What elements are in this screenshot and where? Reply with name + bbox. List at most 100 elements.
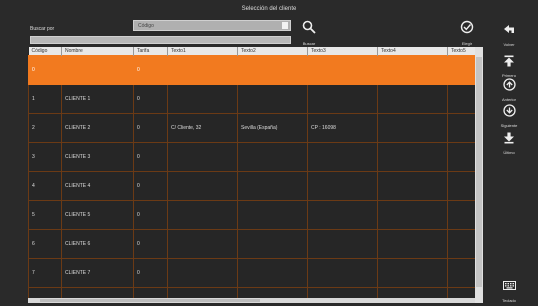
table-row[interactable]: 1 CLIENTE 10 (28, 84, 475, 114)
column-header[interactable]: Texto3 (307, 47, 378, 56)
table-cell[interactable] (237, 258, 308, 288)
table-cell[interactable] (377, 171, 448, 201)
table-cell[interactable] (167, 171, 238, 201)
last-button[interactable]: Último (496, 131, 522, 155)
table-cell[interactable] (307, 55, 378, 85)
table-cell[interactable] (237, 142, 308, 172)
table-cell[interactable]: 5 (28, 200, 62, 230)
table-cell[interactable] (377, 229, 448, 259)
table-row[interactable]: 6 CLIENTE 60 (28, 229, 475, 259)
table-cell[interactable]: CLIENTE 6 (61, 229, 134, 259)
table-row[interactable]: 5 CLIENTE 50 (28, 200, 475, 230)
table-row[interactable]: 4 CLIENTE 40 (28, 171, 475, 201)
search-field-select[interactable]: Código (133, 20, 291, 31)
table-cell[interactable] (377, 84, 448, 114)
table-cell[interactable] (447, 113, 475, 143)
table-cell[interactable] (237, 229, 308, 259)
table-cell[interactable] (447, 258, 475, 288)
table-cell[interactable]: 0 (133, 258, 168, 288)
table-row[interactable]: 3 CLIENTE 30 (28, 142, 475, 172)
table-cell[interactable] (377, 258, 448, 288)
horizontal-scroll-thumb[interactable] (40, 299, 260, 302)
table-cell[interactable]: CLIENTE 3 (61, 142, 134, 172)
column-header[interactable]: Texto4 (377, 47, 448, 56)
table-cell[interactable] (377, 55, 448, 85)
table-row[interactable]: 2 CLIENTE 2 0 C/ Cliente, 32 Sevilla (España… (28, 113, 475, 143)
table-cell[interactable]: 0 (133, 84, 168, 114)
vertical-scrollbar[interactable] (475, 47, 483, 303)
table-row[interactable]: 00 (28, 55, 475, 85)
table-cell[interactable]: 3 (28, 142, 62, 172)
table-cell[interactable]: 7 (28, 258, 62, 288)
table-cell[interactable] (307, 200, 378, 230)
table-cell[interactable] (447, 200, 475, 230)
first-button[interactable]: Primero (496, 54, 522, 78)
table-cell[interactable]: CP : 16098 (307, 113, 378, 143)
horizontal-scrollbar[interactable] (28, 298, 475, 303)
table-cell[interactable] (237, 200, 308, 230)
back-button[interactable]: Volver (496, 23, 522, 47)
table-cell[interactable]: 2 (28, 113, 62, 143)
previous-button[interactable]: Anterior (496, 78, 522, 102)
table-cell[interactable] (307, 258, 378, 288)
table-row[interactable]: 7 CLIENTE 70 (28, 258, 475, 288)
table-cell[interactable] (447, 171, 475, 201)
table-cell[interactable]: 6 (28, 229, 62, 259)
column-header[interactable]: Texto1 (167, 47, 238, 56)
table-cell[interactable] (377, 200, 448, 230)
table-cell[interactable] (167, 142, 238, 172)
next-button[interactable]: Siguiente (496, 104, 522, 128)
column-header[interactable]: Texto5 (447, 47, 475, 56)
table-cell[interactable] (307, 84, 378, 114)
search-button[interactable]: Buscar (300, 20, 318, 46)
table-cell[interactable]: 0 (133, 200, 168, 230)
keyboard-button-label: Teclado (502, 298, 516, 303)
table-cell[interactable]: 0 (133, 55, 168, 85)
table-cell[interactable] (377, 113, 448, 143)
keyboard-icon (502, 281, 516, 290)
table-cell[interactable] (167, 84, 238, 114)
table-cell[interactable]: C/ Cliente, 32 (167, 113, 238, 143)
table-cell[interactable] (447, 55, 475, 85)
column-header[interactable]: Nombre (61, 47, 134, 56)
table-cell[interactable] (237, 84, 308, 114)
vertical-scroll-thumb[interactable] (476, 57, 482, 287)
table-cell[interactable] (167, 200, 238, 230)
column-header[interactable]: Tarifa (133, 47, 168, 56)
table-cell[interactable]: 0 (133, 142, 168, 172)
search-input[interactable] (30, 36, 291, 44)
table-cell[interactable]: 0 (133, 113, 168, 143)
table-cell[interactable]: 0 (133, 229, 168, 259)
table-cell[interactable] (61, 55, 134, 85)
table-cell[interactable] (167, 229, 238, 259)
table-cell[interactable]: CLIENTE 5 (61, 200, 134, 230)
table-cell[interactable]: CLIENTE 2 (61, 113, 134, 143)
table-cell[interactable]: 1 (28, 84, 62, 114)
table-cell[interactable]: CLIENTE 4 (61, 171, 134, 201)
table-cell[interactable]: CLIENTE 7 (61, 258, 134, 288)
search-icon (302, 20, 316, 34)
select-button-label: Elegir (461, 41, 473, 46)
table-cell[interactable] (167, 258, 238, 288)
table-cell[interactable]: CLIENTE 1 (61, 84, 134, 114)
search-button-label: Buscar (302, 41, 316, 46)
table-cell[interactable] (447, 229, 475, 259)
column-header[interactable]: Texto2 (237, 47, 308, 56)
select-button[interactable]: Elegir (458, 20, 476, 46)
table-cell[interactable] (377, 142, 448, 172)
table-cell[interactable] (447, 142, 475, 172)
window-title: Selección del cliente (241, 6, 297, 12)
table-cell[interactable]: 0 (133, 171, 168, 201)
table-cell[interactable]: 4 (28, 171, 62, 201)
table-cell[interactable]: 0 (28, 55, 62, 85)
table-cell[interactable] (307, 142, 378, 172)
table-cell[interactable] (237, 55, 308, 85)
table-cell[interactable] (167, 55, 238, 85)
table-cell[interactable] (307, 171, 378, 201)
keyboard-button[interactable]: Teclado (496, 279, 522, 303)
table-cell[interactable] (447, 84, 475, 114)
table-cell[interactable] (237, 171, 308, 201)
table-cell[interactable] (307, 229, 378, 259)
table-cell[interactable]: Sevilla (España) (237, 113, 308, 143)
column-header[interactable]: Código (28, 47, 62, 56)
